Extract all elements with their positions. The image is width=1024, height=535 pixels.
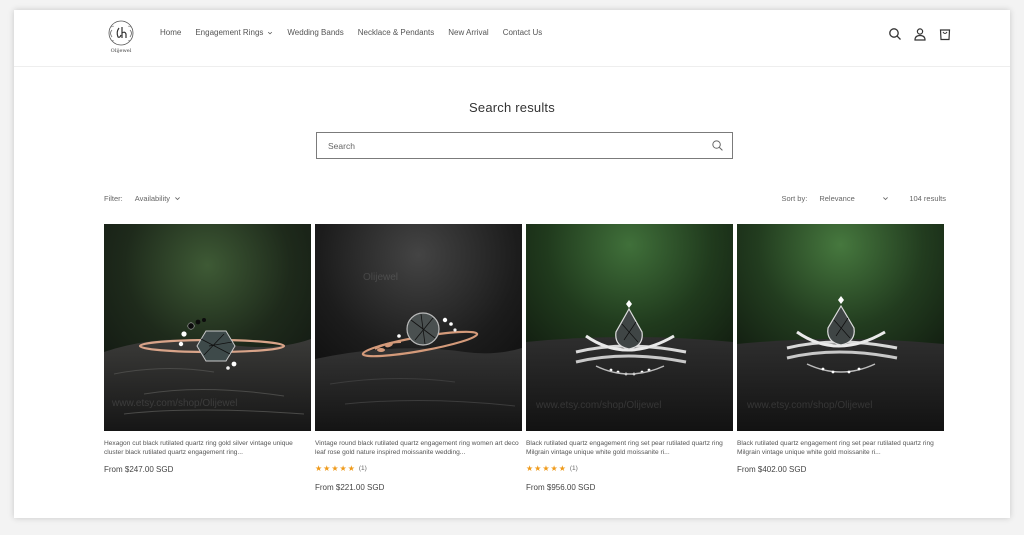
site-logo[interactable]: Olijewel xyxy=(106,18,136,60)
chevron-down-icon xyxy=(268,31,273,34)
product-image[interactable]: www.etsy.com/shop/Olijewel xyxy=(526,224,733,431)
star-rating-icons: ★★★★★ xyxy=(315,464,356,473)
product-rating: ★★★★★ (1) xyxy=(315,464,522,473)
chevron-down-icon xyxy=(175,197,180,201)
product-image[interactable]: www.etsy.com/shop/Olijewel xyxy=(104,224,311,431)
logo-emblem xyxy=(108,20,134,46)
product-image[interactable]: Olijewel xyxy=(315,224,522,431)
nav-contact-us-label: Contact Us xyxy=(502,28,543,37)
search-field[interactable] xyxy=(316,132,733,159)
availability-filter[interactable]: Availability xyxy=(135,194,181,203)
review-count: (1) xyxy=(569,465,578,472)
search-icon[interactable] xyxy=(888,27,902,41)
star-rating-icons: ★★★★★ xyxy=(526,464,567,473)
product-rating: ★★★★★ (1) xyxy=(526,464,733,473)
review-count: (1) xyxy=(358,465,367,472)
nav-home[interactable]: Home xyxy=(160,28,181,37)
product-card[interactable]: www.etsy.com/shop/Olijewel Black rutilat… xyxy=(737,224,944,492)
sort-label: Sort by: xyxy=(781,194,808,203)
nav-new-arrival-label: New Arrival xyxy=(448,28,489,37)
product-grid: www.etsy.com/shop/Olijewel Hexagon cut b… xyxy=(104,224,944,492)
header-icons xyxy=(888,27,952,41)
main-nav: Home Engagement Rings Wedding Bands Neck… xyxy=(160,28,556,37)
image-watermark: www.etsy.com/shop/Olijewel xyxy=(536,400,662,411)
nav-necklace-pendants-label: Necklace & Pendants xyxy=(357,28,435,37)
product-card[interactable]: www.etsy.com/shop/Olijewel Hexagon cut b… xyxy=(104,224,311,492)
page-title: Search results xyxy=(469,100,555,115)
product-title[interactable]: Hexagon cut black rutilated quartz ring … xyxy=(104,439,311,458)
product-price: From $221.00 SGD xyxy=(315,483,385,492)
product-card[interactable]: www.etsy.com/shop/Olijewel Black rutilat… xyxy=(526,224,733,492)
product-price: From $956.00 SGD xyxy=(526,483,596,492)
availability-label: Availability xyxy=(134,194,171,203)
search-input[interactable] xyxy=(317,133,697,158)
image-watermark: Olijewel xyxy=(363,272,399,283)
cart-icon[interactable] xyxy=(938,27,952,41)
nav-contact-us[interactable]: Contact Us xyxy=(503,28,543,37)
nav-wedding-bands[interactable]: Wedding Bands xyxy=(287,28,343,37)
sort-value: Relevance xyxy=(819,194,855,203)
image-watermark: www.etsy.com/shop/Olijewel xyxy=(747,400,873,411)
logo-wordmark: Olijewel xyxy=(110,48,132,54)
sort-bar: Sort by: Relevance 104 results xyxy=(781,194,946,203)
product-title[interactable]: Black rutilated quartz engagement ring s… xyxy=(737,439,944,458)
nav-wedding-bands-label: Wedding Bands xyxy=(287,28,344,37)
nav-engagement-rings-label: Engagement Rings xyxy=(195,28,264,37)
product-price: From $402.00 SGD xyxy=(737,465,807,474)
product-title[interactable]: Black rutilated quartz engagement ring s… xyxy=(526,439,733,458)
nav-necklace-pendants[interactable]: Necklace & Pendants xyxy=(358,28,435,37)
chevron-down-icon xyxy=(883,197,889,201)
filter-label: Filter: xyxy=(104,194,123,203)
results-count: 104 results xyxy=(909,194,946,203)
nav-new-arrival[interactable]: New Arrival xyxy=(448,28,488,37)
nav-engagement-rings[interactable]: Engagement Rings xyxy=(195,28,273,37)
nav-home-label: Home xyxy=(160,28,182,37)
image-watermark: www.etsy.com/shop/Olijewel xyxy=(112,398,238,409)
product-card[interactable]: Olijewel Vintage round black rutilated q… xyxy=(315,224,522,492)
search-submit-icon[interactable] xyxy=(711,139,724,152)
product-title[interactable]: Vintage round black rutilated quartz eng… xyxy=(315,439,522,458)
product-price: From $247.00 SGD xyxy=(104,465,174,474)
page-frame: Olijewel Home Engagement Rings Wedding B… xyxy=(14,10,1010,518)
sort-select[interactable]: Relevance xyxy=(819,194,889,203)
site-header: Olijewel Home Engagement Rings Wedding B… xyxy=(14,10,1010,67)
product-image[interactable]: www.etsy.com/shop/Olijewel xyxy=(737,224,944,431)
account-icon[interactable] xyxy=(913,27,927,41)
filter-bar: Filter: Availability xyxy=(104,194,181,203)
